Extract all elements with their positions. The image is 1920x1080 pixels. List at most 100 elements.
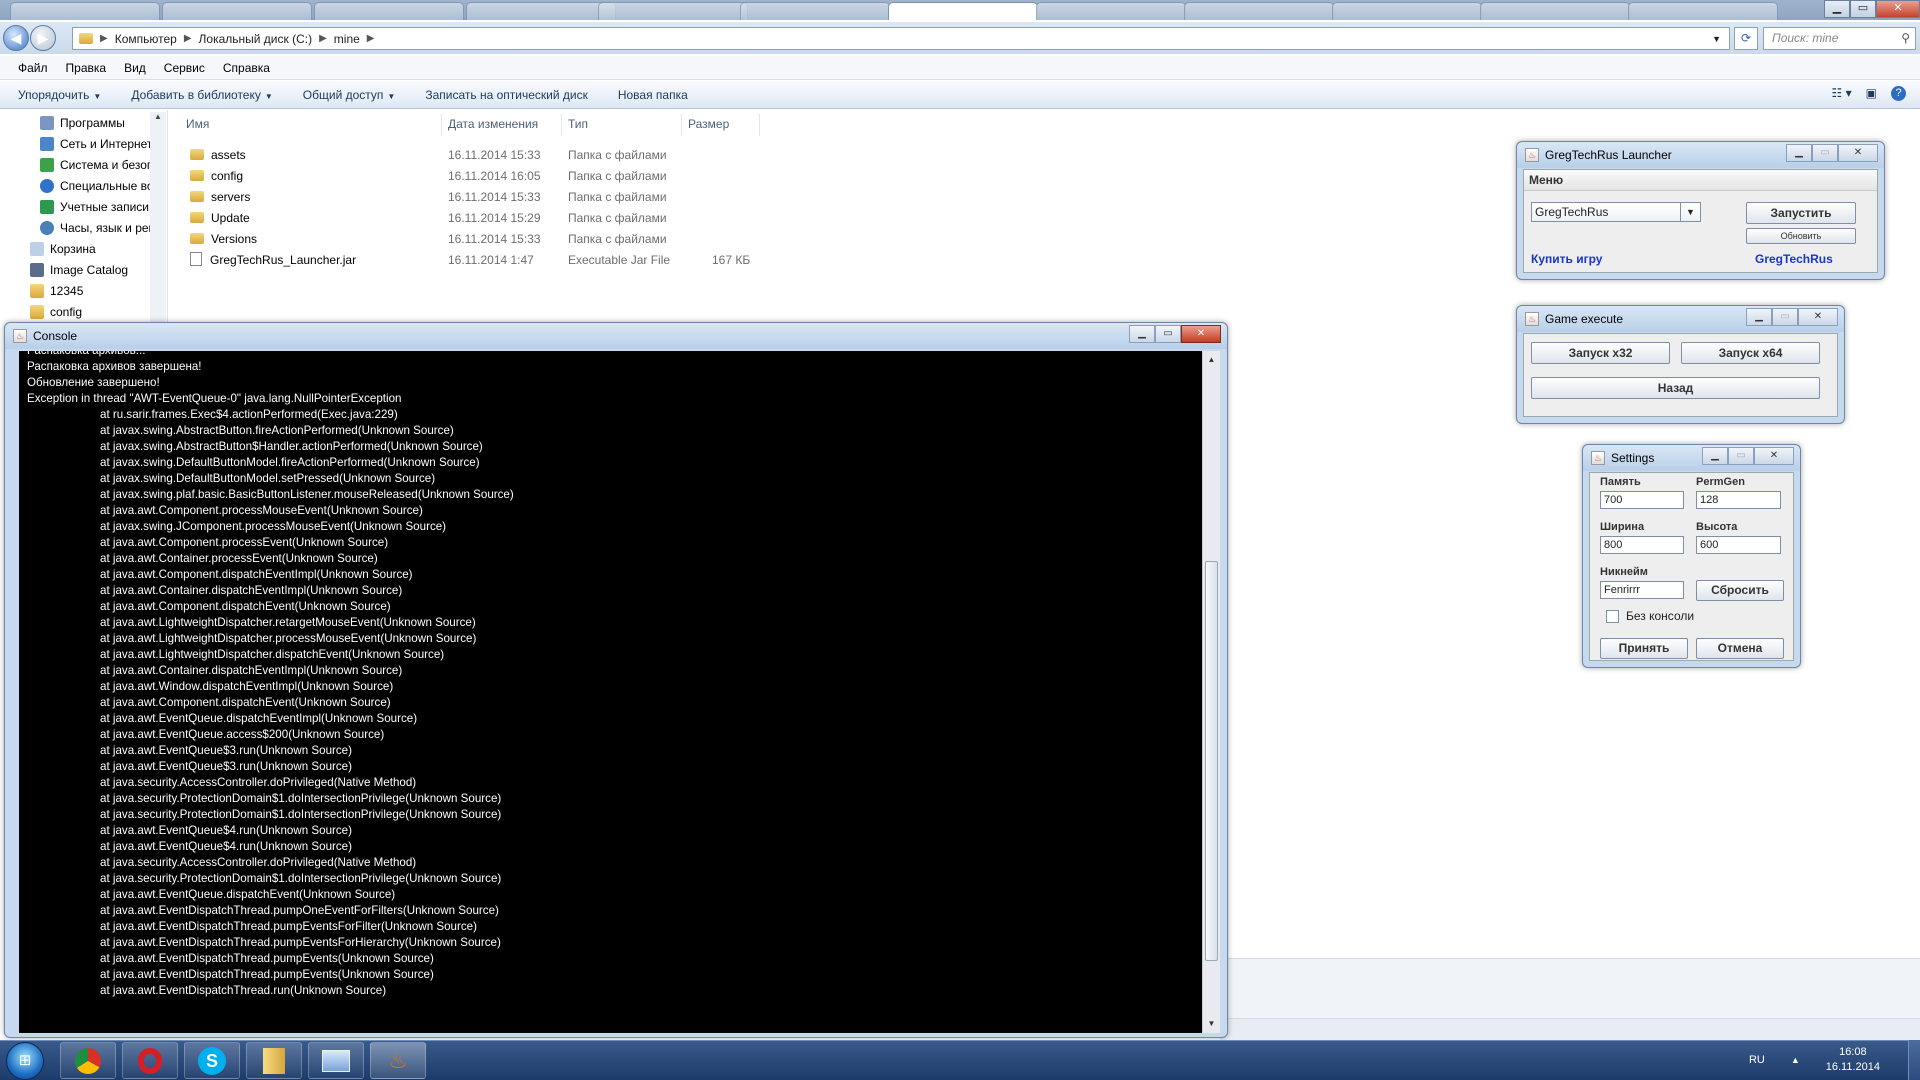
column-size[interactable]: Размер [682, 114, 760, 136]
nav-item[interactable]: config [30, 301, 167, 322]
clock[interactable]: 16:08 16.11.2014 [1826, 1045, 1880, 1075]
close-button[interactable]: ✕ [1181, 325, 1221, 343]
maximize-button[interactable]: ▭ [1728, 447, 1754, 465]
explorer-taskbar-button[interactable] [246, 1042, 302, 1079]
minimize-button[interactable]: ▁ [1824, 0, 1850, 18]
scroll-up-icon[interactable]: ▲ [150, 112, 166, 121]
console-titlebar[interactable]: ♨ Console [5, 323, 1227, 349]
nav-item[interactable]: Корзина [30, 238, 167, 259]
buy-game-link[interactable]: Купить игру [1531, 252, 1602, 266]
scroll-down-icon[interactable]: ▼ [1205, 1017, 1218, 1031]
skype-taskbar-button[interactable]: S [184, 1042, 240, 1079]
launch-x32-button[interactable]: Запуск x32 [1531, 342, 1670, 364]
nav-scrollbar[interactable]: ▲ [150, 112, 166, 322]
minimize-button[interactable]: ▁ [1702, 447, 1728, 465]
search-input[interactable]: Поиск: mine ⚲ [1763, 27, 1916, 50]
start-button[interactable]: ⊞ [6, 1042, 44, 1080]
nav-item[interactable]: Специальные во [40, 175, 167, 196]
no-console-checkbox[interactable] [1606, 610, 1619, 623]
browser-tab[interactable] [740, 2, 890, 20]
show-desktop-button[interactable] [1908, 1040, 1920, 1080]
nav-item[interactable]: Image Catalog [30, 259, 167, 280]
column-date[interactable]: Дата изменения [442, 114, 562, 136]
tray-expand-icon[interactable]: ▲ [1791, 1055, 1800, 1065]
language-indicator[interactable]: RU [1749, 1054, 1765, 1066]
close-button[interactable]: ✕ [1838, 144, 1878, 162]
console-scrollbar[interactable]: ▲ ▼ [1202, 351, 1220, 1033]
reset-button[interactable]: Сбросить [1696, 580, 1784, 601]
menu-help[interactable]: Справка [223, 61, 270, 75]
menu-tools[interactable]: Сервис [164, 61, 205, 75]
nav-item[interactable]: Система и безоп [40, 154, 167, 175]
browser-tab[interactable] [1332, 2, 1482, 20]
browser-tab[interactable] [598, 2, 748, 20]
chrome-taskbar-button[interactable] [60, 1042, 116, 1079]
refresh-icon[interactable]: ⟳ [1734, 27, 1758, 50]
file-row[interactable]: Versions 16.11.2014 15:33 Папка с файлам… [180, 228, 780, 249]
menu-view[interactable]: Вид [124, 61, 146, 75]
memory-field[interactable]: 700 [1600, 491, 1684, 509]
browser-tab-active[interactable] [888, 2, 1038, 20]
minimize-button[interactable]: ▁ [1746, 308, 1772, 326]
search-icon[interactable]: ⚲ [1901, 28, 1910, 49]
launch-button[interactable]: Запустить [1746, 202, 1856, 224]
browser-tab[interactable] [10, 2, 160, 20]
menu-edit[interactable]: Правка [66, 61, 107, 75]
chevron-down-icon[interactable]: ▼ [1680, 203, 1700, 221]
window-manager-taskbar-button[interactable] [308, 1042, 364, 1079]
minimize-button[interactable]: ▁ [1786, 144, 1812, 162]
view-mode-icon[interactable]: ☷ ▾ [1832, 86, 1852, 101]
update-button[interactable]: Обновить [1746, 228, 1856, 244]
scrollbar-thumb[interactable] [1205, 561, 1218, 961]
column-name[interactable]: Имя [180, 114, 442, 136]
column-type[interactable]: Тип [562, 114, 682, 136]
nav-item[interactable]: 12345 [30, 280, 167, 301]
back-button[interactable]: Назад [1531, 377, 1820, 399]
minimize-button[interactable]: ▁ [1129, 325, 1155, 343]
opera-taskbar-button[interactable] [122, 1042, 178, 1079]
file-row[interactable]: assets 16.11.2014 15:33 Папка с файлами [180, 144, 780, 165]
permgen-field[interactable]: 128 [1696, 491, 1781, 509]
cancel-button[interactable]: Отмена [1696, 638, 1784, 659]
browser-tab[interactable] [466, 2, 616, 20]
breadcrumb-folder[interactable]: mine [334, 32, 360, 46]
back-button[interactable]: ◀ [3, 25, 29, 51]
help-icon[interactable]: ? [1891, 86, 1906, 101]
chevron-down-icon[interactable]: ▼ [1712, 34, 1721, 44]
browser-tab[interactable] [314, 2, 464, 20]
server-select[interactable]: GregTechRus ▼ [1531, 202, 1701, 222]
file-row[interactable]: config 16.11.2014 16:05 Папка с файлами [180, 165, 780, 186]
browser-tab[interactable] [1036, 2, 1186, 20]
console-output[interactable]: Распаковка архивов... Распаковка архивов… [19, 351, 1202, 1033]
add-to-library-button[interactable]: Добавить в библиотеку ▼ [131, 88, 272, 102]
file-row[interactable]: Update 16.11.2014 15:29 Папка с файлами [180, 207, 780, 228]
nickname-field[interactable]: Fenrirrr [1600, 581, 1684, 599]
share-button[interactable]: Общий доступ ▼ [303, 88, 396, 102]
nav-item[interactable]: Сеть и Интернет [40, 133, 167, 154]
nav-item[interactable]: Программы [40, 112, 167, 133]
file-row[interactable]: GregTechRus_Launcher.jar 16.11.2014 1:47… [180, 249, 780, 270]
scroll-up-icon[interactable]: ▲ [1205, 353, 1218, 367]
file-row[interactable]: servers 16.11.2014 15:33 Папка с файлами [180, 186, 780, 207]
launch-x64-button[interactable]: Запуск x64 [1681, 342, 1820, 364]
breadcrumb-computer[interactable]: Компьютер [115, 32, 177, 46]
burn-button[interactable]: Записать на оптический диск [425, 88, 588, 102]
address-bar[interactable]: ▶ Компьютер ▶ Локальный диск (C:) ▶ mine… [72, 27, 1730, 50]
browser-tab[interactable] [1480, 2, 1630, 20]
menu-file[interactable]: Файл [18, 61, 48, 75]
maximize-button[interactable]: ▭ [1155, 325, 1181, 343]
maximize-button[interactable]: ▭ [1772, 308, 1798, 326]
maximize-button[interactable]: ▭ [1812, 144, 1838, 162]
site-link[interactable]: GregTechRus [1755, 252, 1833, 266]
apply-button[interactable]: Принять [1600, 638, 1688, 659]
maximize-button[interactable]: ▭ [1850, 0, 1876, 18]
close-button[interactable]: ✕ [1798, 308, 1838, 326]
nav-item[interactable]: Часы, язык и рег [40, 217, 167, 238]
browser-tab[interactable] [162, 2, 312, 20]
close-button[interactable]: ✕ [1754, 447, 1794, 465]
width-field[interactable]: 800 [1600, 536, 1684, 554]
height-field[interactable]: 600 [1696, 536, 1781, 554]
browser-tab[interactable] [1184, 2, 1334, 20]
launcher-menu[interactable]: Меню [1524, 170, 1877, 191]
breadcrumb-drive[interactable]: Локальный диск (C:) [199, 32, 313, 46]
